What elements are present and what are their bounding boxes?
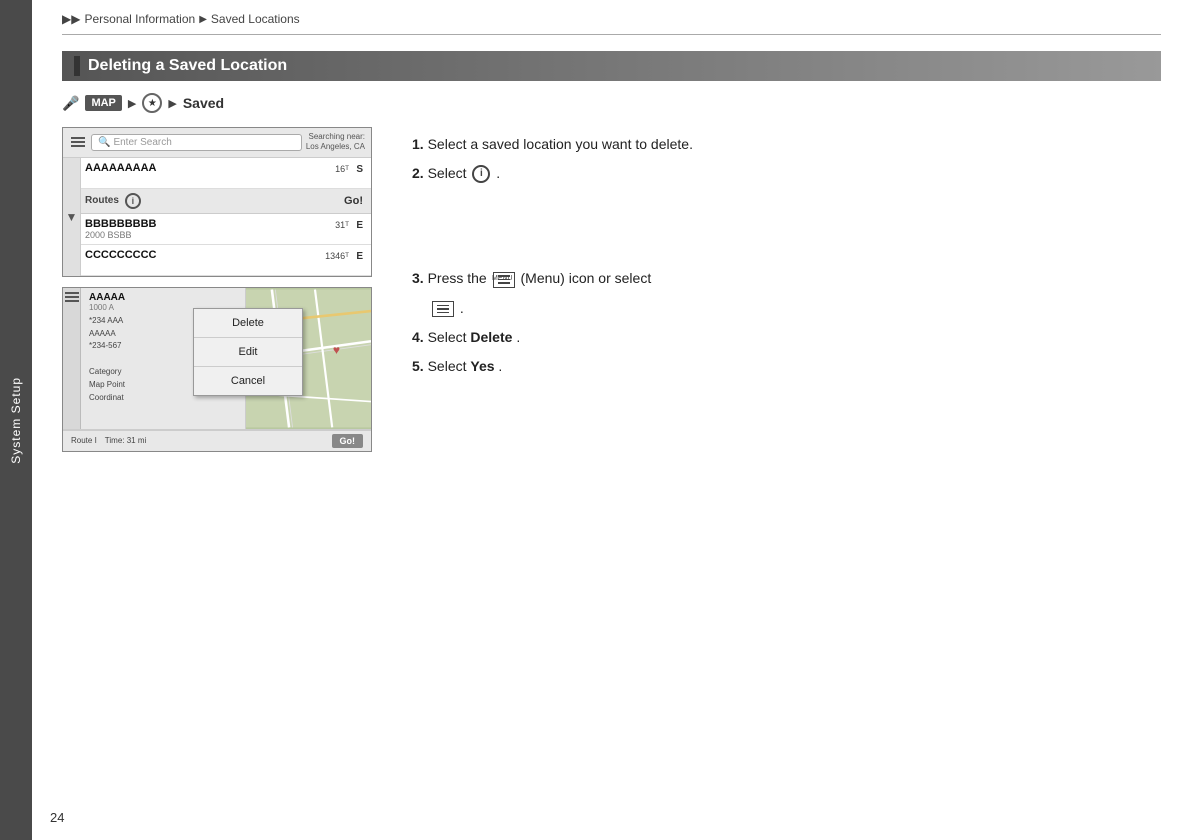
screen2-bottom-bar: Route I Time: 31 mi Go! — [63, 430, 371, 451]
list-item-2-sub: 2000 BSBB — [85, 230, 363, 240]
step-3-text2: (Menu) icon or select — [521, 270, 652, 286]
step-5: 5. Select Yes . — [412, 354, 1161, 379]
step-2-text: Select — [428, 165, 471, 181]
list-item-1-name: AAAAAAAAA — [85, 162, 363, 174]
page-number: 24 — [50, 810, 64, 825]
time-info: Time: 31 mi — [105, 436, 147, 445]
hamburger-icon-2[interactable] — [65, 292, 79, 302]
path-saved-label: Saved — [183, 95, 224, 111]
section-heading: Deleting a Saved Location — [62, 51, 1161, 81]
instructions-column: 1. Select a saved location you want to d… — [412, 127, 1161, 452]
go-button-2[interactable]: Go! — [332, 434, 364, 448]
go-button[interactable]: Go! — [344, 195, 363, 207]
content-area: 🔍 Enter Search Searching near: Los Angel… — [62, 127, 1161, 452]
step-5-bold: Yes — [470, 358, 494, 374]
search-icon: 🔍 — [98, 137, 110, 148]
breadcrumb-divider — [62, 34, 1161, 35]
list-item-2-name: BBBBBBBBB — [85, 218, 363, 230]
step-4-num: 4. — [412, 329, 424, 345]
path-arrow-1: ▶ — [128, 97, 136, 110]
list-item-3-name: CCCCCCCCC — [85, 249, 363, 261]
list-item-3[interactable]: CCCCCCCCC 1346ᵀ E — [63, 245, 371, 276]
screen2-item-name: AAAAA — [89, 292, 237, 303]
step-2: 2. Select i . — [412, 161, 1161, 186]
mic-icon: 🎤 — [62, 95, 79, 112]
star-circle-icon: ★ — [142, 93, 162, 113]
down-arrow-icon: ▼ — [66, 210, 78, 224]
screenshots-column: 🔍 Enter Search Searching near: Los Angel… — [62, 127, 382, 452]
menu-icon-inline-2 — [432, 301, 454, 317]
section-title: Deleting a Saved Location — [88, 57, 287, 75]
info-icon: i — [472, 165, 490, 183]
step-3: 3. Press the MENU (Menu) icon or select — [412, 266, 1161, 291]
step-5-num: 5. — [412, 358, 424, 374]
step-2-period: . — [496, 165, 500, 181]
edit-button[interactable]: Edit — [194, 338, 302, 367]
list-item-2-type: E — [356, 220, 363, 231]
list-item-3-type: E — [356, 251, 363, 262]
sidebar-label: System Setup — [9, 377, 23, 464]
path-arrow-2: ▶ — [168, 97, 176, 110]
screen1-topbar: 🔍 Enter Search Searching near: Los Angel… — [63, 128, 371, 158]
path-row: 🎤 MAP ▶ ★ ▶ Saved — [62, 93, 1161, 113]
menu-lines-2 — [437, 305, 449, 314]
menu-label-small: MENU — [492, 273, 513, 286]
search-box[interactable]: 🔍 Enter Search — [91, 134, 302, 151]
hamburger-icon[interactable] — [71, 137, 87, 147]
scroll-down-indicator[interactable]: ▼ — [63, 158, 81, 276]
breadcrumb-separator: ▶ — [199, 14, 207, 25]
step-1: 1. Select a saved location you want to d… — [412, 132, 1161, 157]
step-1-text: Select a saved location you want to dele… — [428, 136, 693, 152]
screen1-wrapper: 🔍 Enter Search Searching near: Los Angel… — [62, 127, 382, 277]
step-5-period: . — [498, 358, 502, 374]
step-3-cont: . — [412, 296, 1161, 321]
svg-text:♥: ♥ — [333, 343, 340, 357]
list-item-2[interactable]: BBBBBBBBB 2000 BSBB 31ᵀ E — [63, 214, 371, 245]
sidebar: System Setup — [0, 0, 32, 840]
list-item-3-dist: 1346ᵀ — [325, 251, 349, 261]
list-item-3-sub — [85, 261, 363, 271]
step-3-period: . — [460, 300, 464, 316]
info-circle-icon[interactable]: i — [125, 193, 141, 209]
instruction-list: 1. Select a saved location you want to d… — [412, 132, 1161, 379]
heading-bar-icon — [74, 56, 80, 76]
map-badge: MAP — [85, 95, 121, 111]
breadcrumb-item-2: Saved Locations — [211, 12, 300, 26]
step-2-num: 2. — [412, 165, 424, 181]
routes-label[interactable]: Routes — [85, 195, 119, 206]
list-item-1-dist: 16ᵀ — [335, 164, 349, 174]
step-3-num: 3. — [412, 270, 424, 286]
menu-icon-inline: MENU — [493, 272, 515, 288]
searching-near: Searching near: Los Angeles, CA — [306, 132, 365, 153]
step-5-text: Select — [428, 358, 471, 374]
list-item-1-type: S — [356, 164, 363, 175]
step-4-text: Select — [428, 329, 471, 345]
screen1: 🔍 Enter Search Searching near: Los Angel… — [62, 127, 372, 277]
list-item-1-sub — [85, 174, 363, 184]
routes-row: Routes i Go! — [63, 189, 371, 214]
screen2-wrapper: AAAAA 1000 A *234 AAA AAAAA *234-567 Cat… — [62, 287, 382, 452]
step-4-period: . — [516, 329, 520, 345]
step-3-text: Press the — [428, 270, 491, 286]
screen2-sidebar — [63, 288, 81, 429]
cancel-button[interactable]: Cancel — [194, 367, 302, 395]
list-item-1[interactable]: AAAAAAAAA 16ᵀ S — [63, 158, 371, 189]
breadcrumb-item-1: Personal Information — [84, 12, 195, 26]
step-4-bold: Delete — [470, 329, 512, 345]
delete-button[interactable]: Delete — [194, 309, 302, 338]
list-item-2-dist: 31ᵀ — [335, 220, 349, 230]
step-4: 4. Select Delete . — [412, 325, 1161, 350]
breadcrumb-arrows: ▶▶ — [62, 12, 80, 26]
step-1-num: 1. — [412, 136, 424, 152]
overlay-menu: Delete Edit Cancel — [193, 308, 303, 396]
route-info: Route I — [71, 436, 97, 445]
search-placeholder: Enter Search — [113, 137, 171, 148]
main-content: ▶▶ Personal Information ▶ Saved Location… — [32, 0, 1191, 840]
screen2: AAAAA 1000 A *234 AAA AAAAA *234-567 Cat… — [62, 287, 372, 452]
list-items-container: AAAAAAAAA 16ᵀ S Routes i Go! — [63, 158, 371, 276]
breadcrumb: ▶▶ Personal Information ▶ Saved Location… — [62, 12, 1161, 26]
